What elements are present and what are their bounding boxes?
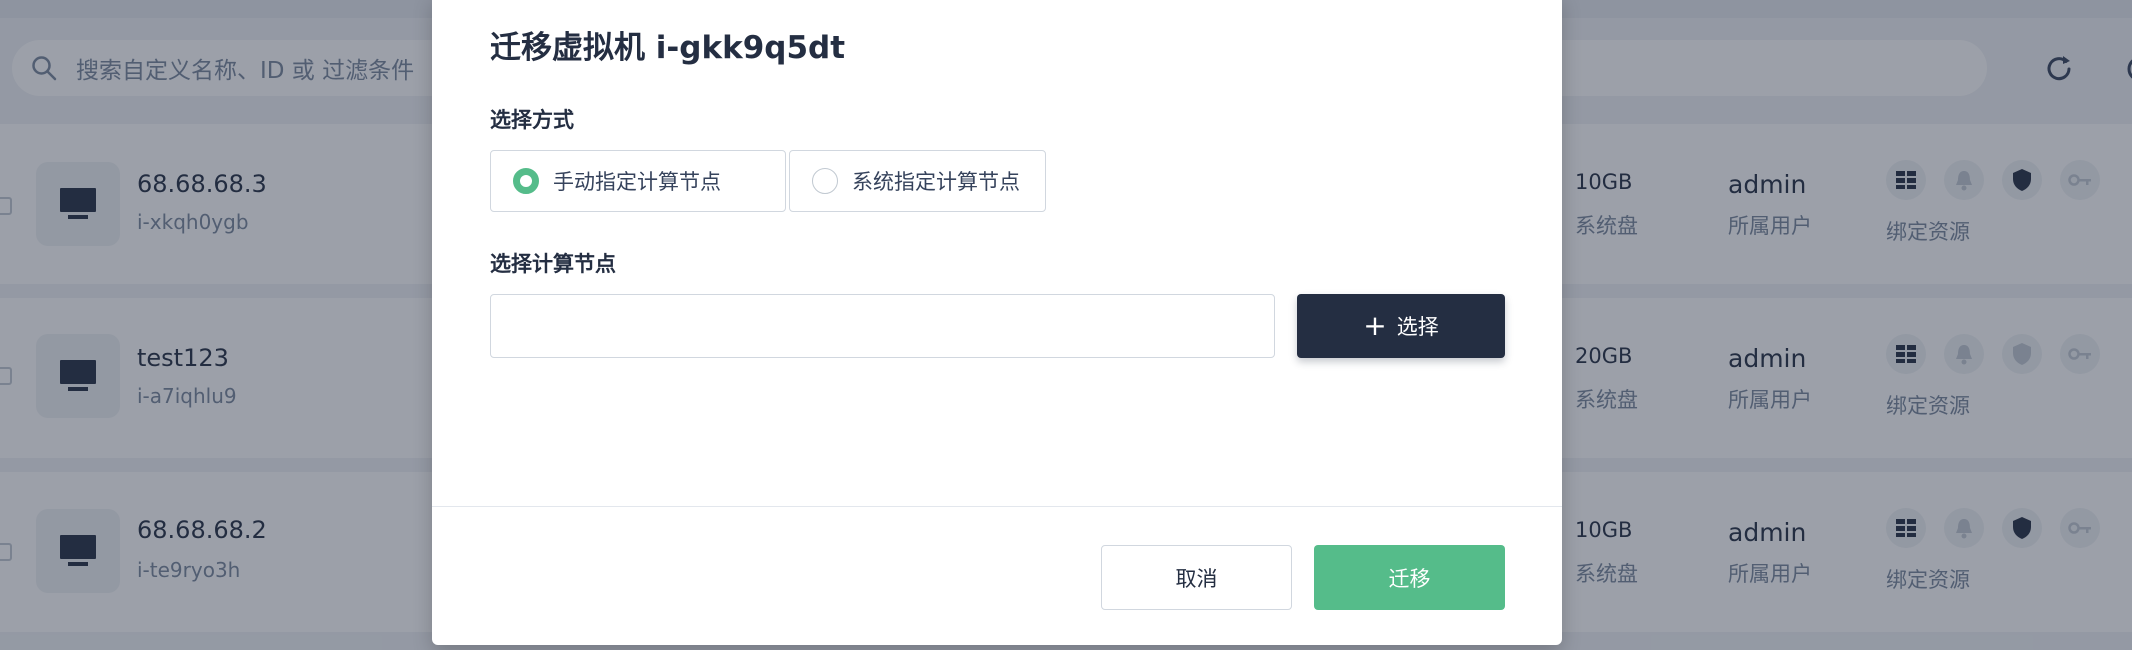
select-button-label: 选择 [1396, 315, 1439, 339]
plus-icon: + [1363, 309, 1387, 342]
node-label: 选择计算节点 [490, 252, 616, 276]
dialog-title: 迁移虚拟机 i-gkk9q5dt [490, 30, 846, 66]
compute-node-input[interactable] [490, 294, 1275, 358]
radio-label: 系统指定计算节点 [852, 170, 1020, 194]
radio-label: 手动指定计算节点 [553, 170, 721, 194]
cancel-button[interactable]: 取消 [1101, 545, 1292, 610]
migrate-vm-dialog: 迁移虚拟机 i-gkk9q5dt 选择方式 手动指定计算节点 系统指定计算节点 … [432, 0, 1562, 645]
radio-auto-node[interactable]: 系统指定计算节点 [789, 150, 1046, 212]
dialog-footer: 取消 迁移 [432, 506, 1562, 645]
select-node-button[interactable]: + 选择 [1297, 294, 1505, 358]
radio-selected-indicator[interactable] [513, 168, 539, 194]
radio-unselected-indicator[interactable] [812, 168, 838, 194]
migrate-button[interactable]: 迁移 [1314, 545, 1505, 610]
radio-manual-node[interactable]: 手动指定计算节点 [490, 150, 786, 212]
method-label: 选择方式 [490, 108, 574, 132]
